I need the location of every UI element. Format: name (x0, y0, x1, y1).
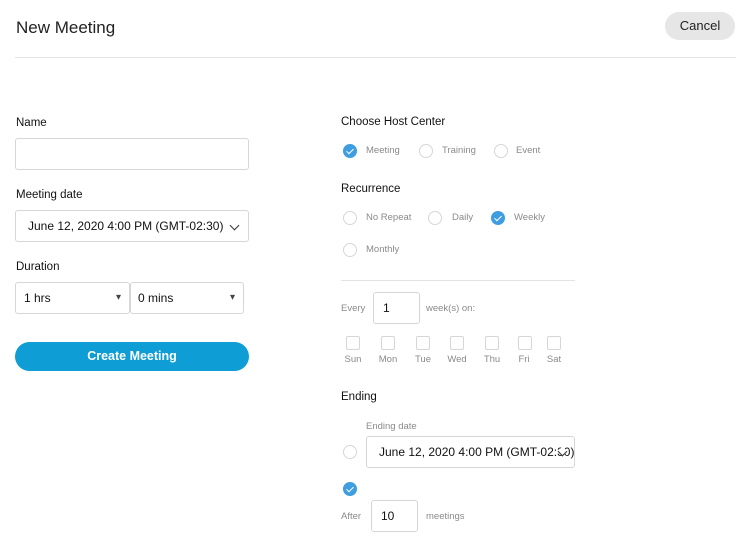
recurrence-monthly-label: Monthly (366, 244, 400, 255)
every-weeks-input[interactable]: 1 (373, 292, 420, 324)
ending-date-label: Ending date (366, 421, 417, 432)
header-divider (15, 57, 736, 58)
recurrence-daily-label: Daily (452, 212, 474, 223)
day-thu-label: Thu (483, 354, 501, 365)
day-wed-label: Wed (447, 354, 467, 365)
day-thu-checkbox[interactable] (485, 336, 499, 350)
cancel-button[interactable]: Cancel (665, 12, 735, 40)
host-center-label: Choose Host Center (341, 116, 446, 128)
recurrence-label: Recurrence (341, 183, 401, 195)
recurrence-no-repeat-label: No Repeat (366, 212, 412, 223)
duration-label: Duration (16, 261, 60, 273)
weeks-on-label: week(s) on: (426, 303, 476, 314)
day-wed-checkbox[interactable] (450, 336, 464, 350)
ending-date-select[interactable]: June 12, 2020 4:00 PM (GMT-02:30) (366, 436, 575, 468)
recurrence-monthly-radio[interactable] (343, 243, 357, 257)
day-sat-checkbox[interactable] (547, 336, 561, 350)
every-label: Every (341, 303, 366, 314)
after-count-input[interactable]: 10 (371, 500, 418, 532)
recurrence-no-repeat-radio[interactable] (343, 211, 357, 225)
meeting-date-label: Meeting date (16, 189, 83, 201)
ending-date-value: June 12, 2020 4:00 PM (GMT-02:30) (379, 445, 575, 459)
day-mon-label: Mon (378, 354, 398, 365)
create-meeting-button[interactable]: Create Meeting (15, 342, 249, 371)
page-title: New Meeting (16, 18, 116, 37)
host-event-radio[interactable] (494, 144, 508, 158)
host-training-radio[interactable] (419, 144, 433, 158)
dropdown-arrow-icon: ▾ (229, 292, 235, 303)
ending-by-date-radio[interactable] (343, 445, 357, 459)
host-event-label: Event (516, 145, 541, 156)
recurrence-divider (341, 280, 575, 281)
chevron-down-icon (229, 220, 240, 231)
host-meeting-label: Meeting (366, 145, 400, 156)
day-sun-label: Sun (344, 354, 362, 365)
meeting-date-select[interactable]: June 12, 2020 4:00 PM (GMT-02:30) (15, 210, 249, 242)
day-tue-label: Tue (414, 354, 432, 365)
duration-hours-select[interactable]: 1 hrs ▾ (15, 282, 130, 314)
name-input[interactable] (15, 138, 249, 170)
meetings-label: meetings (426, 511, 465, 522)
day-sat-label: Sat (546, 354, 562, 365)
recurrence-weekly-radio[interactable] (491, 211, 505, 225)
day-fri-label: Fri (518, 354, 530, 365)
name-label: Name (16, 117, 47, 129)
ending-after-radio[interactable] (343, 482, 357, 496)
ending-label: Ending (341, 391, 377, 403)
after-label: After (341, 511, 362, 522)
day-mon-checkbox[interactable] (381, 336, 395, 350)
duration-mins-select[interactable]: 0 mins ▾ (130, 282, 244, 314)
day-fri-checkbox[interactable] (518, 336, 532, 350)
recurrence-weekly-label: Weekly (514, 212, 545, 223)
host-training-label: Training (442, 145, 476, 156)
host-meeting-radio[interactable] (343, 144, 357, 158)
day-sun-checkbox[interactable] (346, 336, 360, 350)
recurrence-daily-radio[interactable] (428, 211, 442, 225)
dropdown-arrow-icon: ▾ (115, 292, 121, 303)
day-tue-checkbox[interactable] (416, 336, 430, 350)
duration-mins-value: 0 mins (138, 291, 174, 305)
meeting-date-value: June 12, 2020 4:00 PM (GMT-02:30) (28, 219, 224, 233)
duration-hours-value: 1 hrs (24, 291, 51, 305)
